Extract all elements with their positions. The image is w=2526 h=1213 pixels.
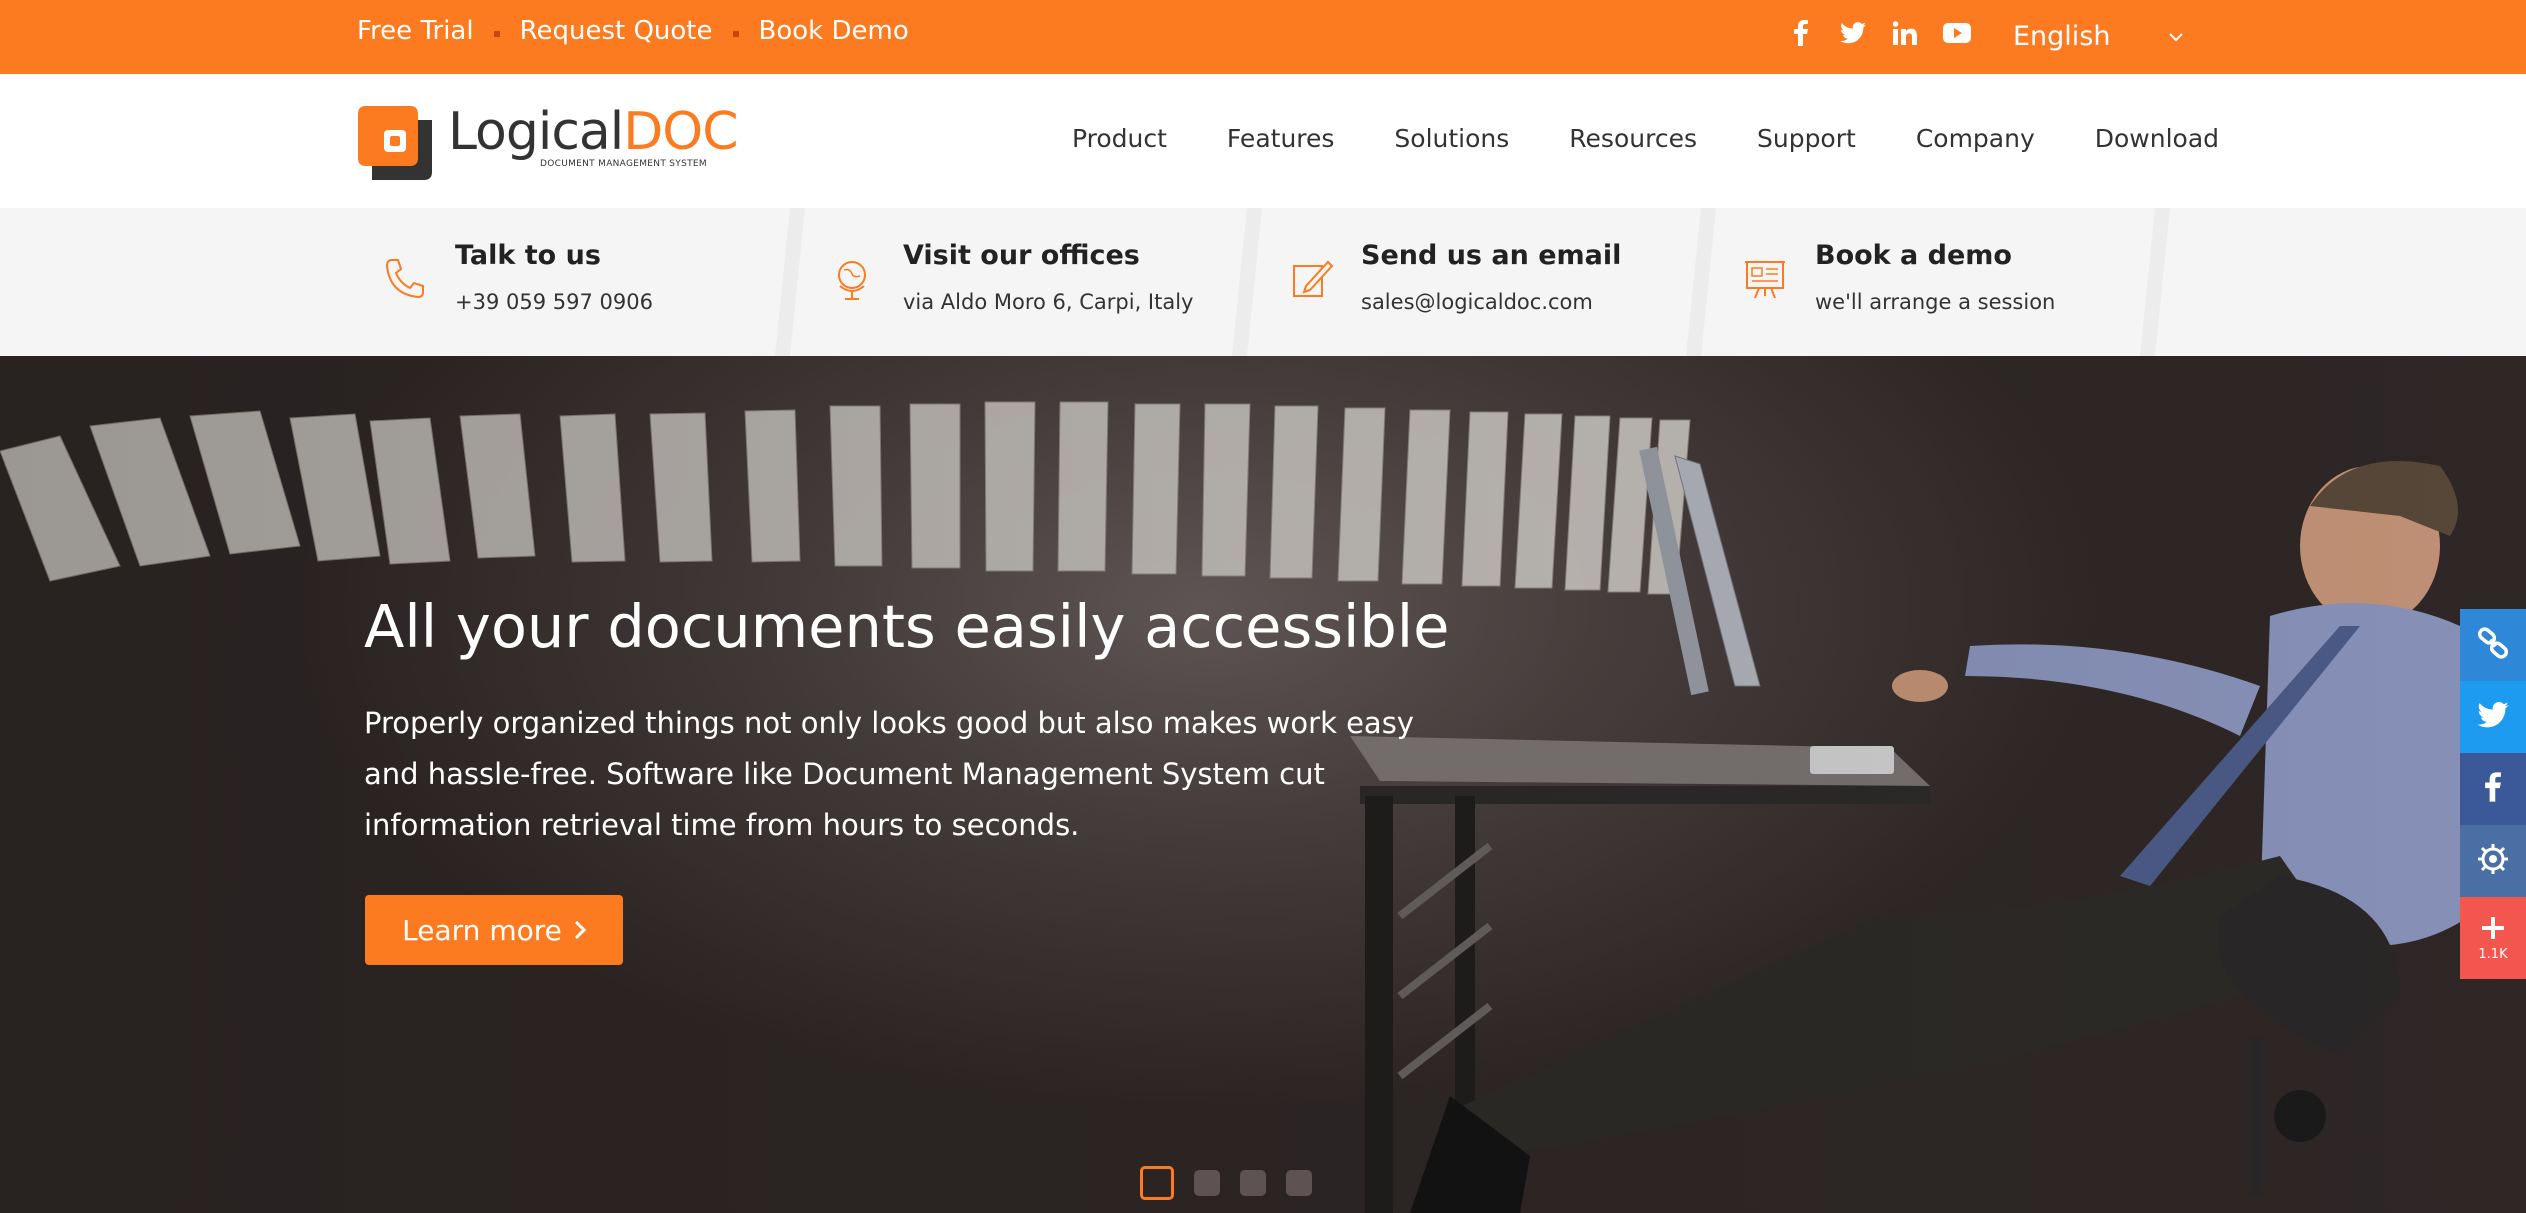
- logo-mark-icon: [358, 106, 432, 180]
- language-label: English: [2013, 20, 2111, 52]
- hero-title: All your documents easily accessible: [364, 592, 1450, 661]
- contact-tile-phone[interactable]: Talk to us +39 059 597 0906: [358, 208, 778, 356]
- share-bar: 1.1K: [2460, 609, 2526, 979]
- nav-support[interactable]: Support: [1757, 124, 1856, 153]
- contact-title: Talk to us: [455, 240, 601, 271]
- linkedin-icon[interactable]: [1890, 18, 1920, 48]
- nav-features[interactable]: Features: [1227, 124, 1335, 153]
- site-header: LogicalDOC DOCUMENT MANAGEMENT SYSTEM Pr…: [0, 74, 2526, 208]
- hero-slider: All your documents easily accessible Pro…: [0, 356, 2526, 1213]
- facebook-icon[interactable]: [1786, 18, 1816, 48]
- nav-product[interactable]: Product: [1072, 124, 1167, 153]
- twitter-icon: [2477, 701, 2509, 732]
- contact-title: Send us an email: [1361, 240, 1622, 271]
- slider-dot-4[interactable]: [1286, 1170, 1312, 1196]
- link-icon: [2476, 626, 2510, 664]
- logo-text-logical: Logical: [448, 102, 624, 162]
- slider-dot-3[interactable]: [1240, 1170, 1266, 1196]
- hero-body: Properly organized things not only looks…: [364, 706, 1414, 842]
- pencil-icon: [1288, 256, 1334, 302]
- separator: [493, 31, 500, 37]
- facebook-icon: [2484, 771, 2502, 807]
- slider-dot-2[interactable]: [1194, 1170, 1220, 1196]
- youtube-icon[interactable]: [1942, 18, 1972, 48]
- logo[interactable]: LogicalDOC DOCUMENT MANAGEMENT SYSTEM: [358, 106, 739, 180]
- nav-solutions[interactable]: Solutions: [1394, 124, 1509, 153]
- request-quote-link[interactable]: Request Quote: [520, 16, 713, 46]
- share-twitter-button[interactable]: [2460, 681, 2526, 753]
- contact-subtitle: we'll arrange a session: [1815, 290, 2056, 314]
- share-more-button[interactable]: 1.1K: [2460, 897, 2526, 979]
- slider-dot-1[interactable]: [1140, 1166, 1174, 1200]
- share-okru-button[interactable]: [2460, 825, 2526, 897]
- logo-text-doc: DOC: [623, 102, 738, 162]
- globe-icon: [830, 256, 876, 302]
- top-bar: Free Trial Request Quote Book Demo Engli…: [0, 0, 2526, 74]
- contact-tile-email[interactable]: Send us an email sales@logicaldoc.com: [1264, 208, 1694, 356]
- chevron-right-icon: [574, 914, 586, 947]
- twitter-icon[interactable]: [1838, 18, 1868, 48]
- logo-wordmark: LogicalDOC DOCUMENT MANAGEMENT SYSTEM: [448, 106, 739, 169]
- separator: [732, 31, 739, 37]
- contact-subtitle: +39 059 597 0906: [455, 290, 653, 314]
- quick-links: Free Trial Request Quote Book Demo: [357, 16, 909, 46]
- phone-icon: [382, 256, 428, 302]
- nav-download[interactable]: Download: [2095, 124, 2219, 153]
- presentation-icon: [1742, 256, 1788, 302]
- contact-strip: Talk to us +39 059 597 0906 Visit our of…: [0, 208, 2526, 356]
- social-links: [1786, 18, 1972, 48]
- okru-icon: [2476, 842, 2510, 880]
- book-demo-link[interactable]: Book Demo: [759, 16, 909, 46]
- main-nav: Product Features Solutions Resources Sup…: [1072, 124, 2219, 153]
- contact-tile-demo[interactable]: Book a demo we'll arrange a session: [1718, 208, 2148, 356]
- contact-tile-offices[interactable]: Visit our offices via Aldo Moro 6, Carpi…: [806, 208, 1236, 356]
- plus-icon: [2480, 915, 2506, 945]
- free-trial-link[interactable]: Free Trial: [357, 16, 474, 46]
- share-facebook-button[interactable]: [2460, 753, 2526, 825]
- nav-resources[interactable]: Resources: [1569, 124, 1697, 153]
- share-count: 1.1K: [2478, 946, 2508, 962]
- contact-title: Book a demo: [1815, 240, 2012, 271]
- contact-subtitle: sales@logicaldoc.com: [1361, 290, 1593, 314]
- share-link-button[interactable]: [2460, 609, 2526, 681]
- learn-more-label: Learn more: [402, 913, 562, 947]
- slider-dots: [1140, 1166, 1312, 1200]
- contact-subtitle: via Aldo Moro 6, Carpi, Italy: [903, 290, 1194, 314]
- language-selector[interactable]: English: [2013, 16, 2183, 56]
- contact-title: Visit our offices: [903, 240, 1140, 271]
- learn-more-button[interactable]: Learn more: [365, 895, 623, 965]
- nav-company[interactable]: Company: [1916, 124, 2035, 153]
- chevron-down-icon: [2169, 27, 2183, 46]
